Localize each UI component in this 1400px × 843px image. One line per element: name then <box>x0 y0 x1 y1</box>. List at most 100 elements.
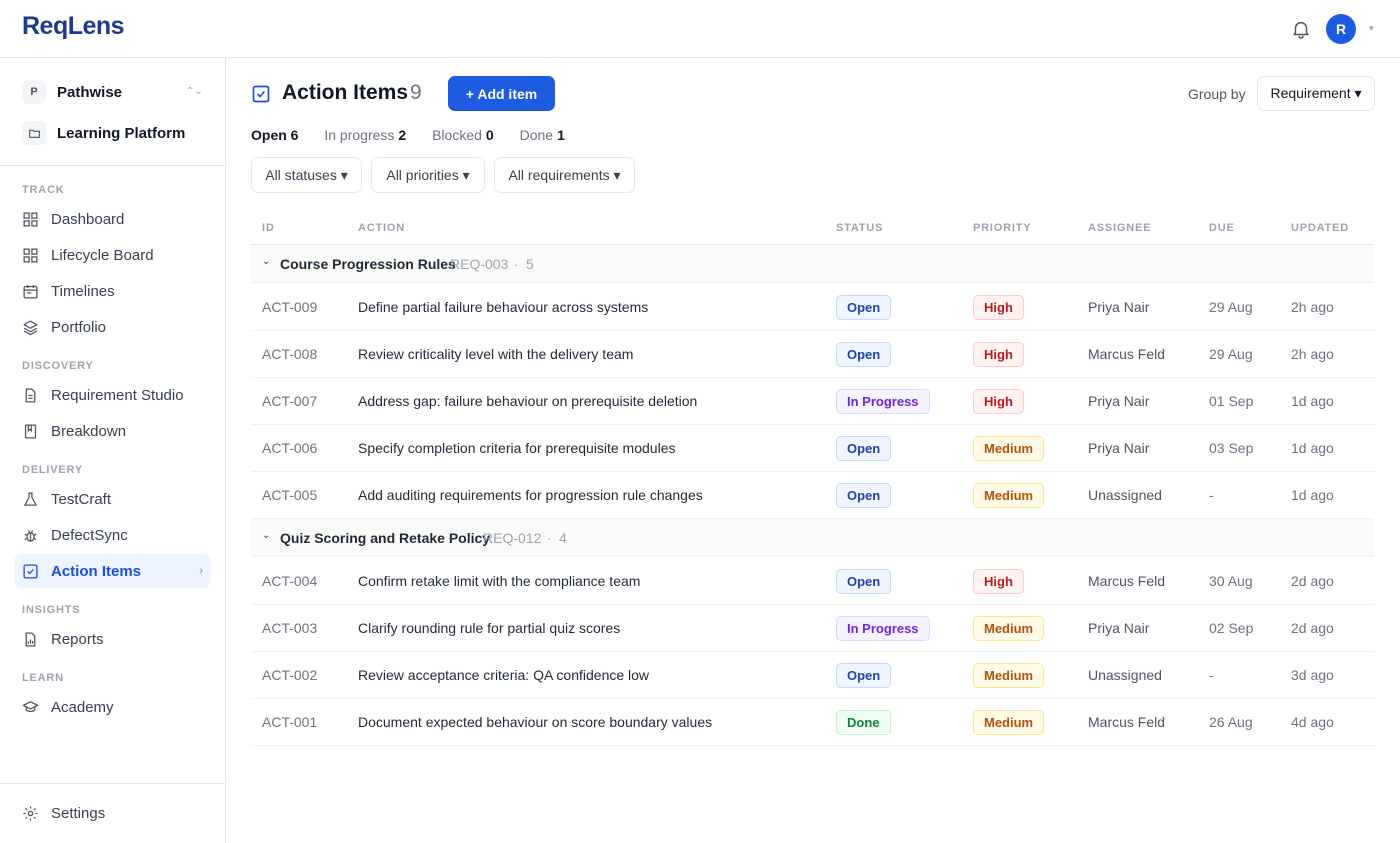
sidebar-item-academy[interactable]: Academy <box>14 690 211 724</box>
table-row[interactable]: ACT-005 Add auditing requirements for pro… <box>251 472 1374 519</box>
sidebar-item-label: Breakdown <box>51 422 127 440</box>
chevron-down-icon[interactable]: ▾ <box>1369 23 1374 34</box>
group-header[interactable]: ⌄ Course Progression Rules REQ-003 · 5 <box>251 245 1374 283</box>
action-id[interactable]: ACT-002 <box>262 667 317 683</box>
table-row[interactable]: ACT-004 Confirm retake limit with the com… <box>251 558 1374 605</box>
action-id[interactable]: ACT-001 <box>262 714 317 730</box>
status-badge[interactable]: Done <box>836 710 891 735</box>
action-title[interactable]: Document expected behaviour on score bou… <box>358 714 712 730</box>
chevron-down-icon[interactable]: ⌄ <box>262 256 270 267</box>
workspace-name: Pathwise <box>57 83 123 101</box>
table-row[interactable]: ACT-006 Specify completion criteria for p… <box>251 425 1374 472</box>
action-id[interactable]: ACT-003 <box>262 620 317 636</box>
table-row[interactable]: ACT-002 Review acceptance criteria: QA co… <box>251 652 1374 699</box>
priority-filter[interactable]: All priorities ▾ <box>371 157 485 193</box>
user-avatar[interactable]: R <box>1326 14 1356 44</box>
sidebar-item-reports[interactable]: Reports <box>14 622 211 656</box>
column-header-due[interactable]: DUE <box>1209 222 1235 234</box>
action-title[interactable]: Address gap: failure behaviour on prereq… <box>358 393 697 409</box>
priority-badge[interactable]: High <box>973 295 1024 320</box>
priority-badge[interactable]: Medium <box>973 710 1045 735</box>
action-title[interactable]: Review acceptance criteria: QA confidenc… <box>358 667 649 683</box>
priority-badge[interactable]: High <box>973 342 1024 367</box>
status-filter[interactable]: All statuses ▾ <box>251 157 362 193</box>
priority-badge[interactable]: High <box>973 569 1024 594</box>
add-item-button[interactable]: + Add item <box>448 76 555 111</box>
status-badge[interactable]: In Progress <box>836 389 930 414</box>
group-requirement-id[interactable]: REQ-003 <box>450 256 508 272</box>
priority-badge[interactable]: High <box>973 389 1024 414</box>
action-title[interactable]: Add auditing requirements for progressio… <box>358 487 703 503</box>
priority-badge[interactable]: Medium <box>973 483 1045 508</box>
updated-time: 4d ago <box>1291 714 1334 730</box>
due-date: - <box>1209 487 1214 503</box>
action-id[interactable]: ACT-004 <box>262 573 317 589</box>
sidebar-item-portfolio[interactable]: Portfolio <box>14 310 211 344</box>
column-header-priority[interactable]: PRIORITY <box>973 222 1031 234</box>
assignee: Marcus Feld <box>1088 346 1166 362</box>
document-icon <box>25 387 36 403</box>
action-id[interactable]: ACT-007 <box>262 393 317 409</box>
bell-icon[interactable] <box>1290 18 1312 40</box>
summary-blocked[interactable]: Blocked 0 <box>432 127 494 143</box>
sidebar-item-requirement-studio[interactable]: Requirement Studio <box>14 378 211 412</box>
status-badge[interactable]: Open <box>836 483 892 508</box>
layers-icon <box>23 319 38 335</box>
group-by-label: Group by <box>1188 86 1246 102</box>
column-header-action[interactable]: ACTION <box>358 222 405 234</box>
action-title[interactable]: Define partial failure behaviour across … <box>358 299 648 315</box>
sidebar-item-timelines[interactable]: Timelines <box>14 274 211 308</box>
action-id[interactable]: ACT-009 <box>262 299 317 315</box>
priority-badge[interactable]: Medium <box>973 616 1045 641</box>
action-id[interactable]: ACT-005 <box>262 487 317 503</box>
sidebar-item-breakdown[interactable]: Breakdown <box>14 414 211 448</box>
group-header[interactable]: ⌄ Quiz Scoring and Retake Policy REQ-012 · 4 <box>251 519 1374 557</box>
chevron-down-icon[interactable]: ⌄ <box>262 530 270 541</box>
page-title: Action Items <box>282 81 409 104</box>
status-badge[interactable]: In Progress <box>836 616 930 641</box>
updated-time: 1d ago <box>1291 393 1334 409</box>
assignee: Marcus Feld <box>1088 714 1166 730</box>
priority-badge[interactable]: Medium <box>973 436 1045 461</box>
action-id[interactable]: ACT-006 <box>262 440 317 456</box>
sort-toggle-icon[interactable]: ⌃⌄ <box>186 86 203 97</box>
table-row[interactable]: ACT-007 Address gap: failure behaviour on… <box>251 378 1374 425</box>
column-header-updated[interactable]: UPDATED <box>1291 222 1349 234</box>
status-badge[interactable]: Open <box>836 569 892 594</box>
table-row[interactable]: ACT-009 Define partial failure behaviour … <box>251 284 1374 331</box>
sidebar-item-defectsync[interactable]: DefectSync <box>14 518 211 552</box>
group-by-select[interactable]: Requirement ▾ <box>1257 76 1375 111</box>
status-badge[interactable]: Open <box>836 295 892 320</box>
sidebar-item-action-items[interactable]: Action Items › <box>14 554 211 588</box>
column-header-assignee[interactable]: ASSIGNEE <box>1088 222 1151 234</box>
table-row[interactable]: ACT-001 Document expected behaviour on sc… <box>251 699 1374 746</box>
column-header-status[interactable]: STATUS <box>836 222 883 234</box>
app-logo[interactable]: ReqLens <box>22 12 125 41</box>
summary-done[interactable]: Done 1 <box>520 127 565 143</box>
group-requirement-id[interactable]: REQ-012 <box>483 530 541 546</box>
action-title[interactable]: Clarify rounding rule for partial quiz s… <box>358 620 620 636</box>
assignee: Priya Nair <box>1088 620 1150 636</box>
priority-badge[interactable]: Medium <box>973 663 1045 688</box>
workspace-switcher[interactable]: P Pathwise <box>22 80 122 104</box>
summary-open[interactable]: Open 6 <box>251 127 298 143</box>
action-title[interactable]: Confirm retake limit with the compliance… <box>358 573 640 589</box>
action-title[interactable]: Specify completion criteria for prerequi… <box>358 440 675 456</box>
group-name: Course Progression Rules <box>280 256 456 272</box>
sidebar-item-testcraft[interactable]: TestCraft <box>14 482 211 516</box>
summary-in-progress[interactable]: In progress 2 <box>324 127 406 143</box>
action-title[interactable]: Review criticality level with the delive… <box>358 346 633 362</box>
table-row[interactable]: ACT-008 Review criticality level with the… <box>251 331 1374 378</box>
sidebar-item-lifecycle-board[interactable]: Lifecycle Board <box>14 238 211 272</box>
sidebar-item-dashboard[interactable]: Dashboard <box>14 202 211 236</box>
status-badge[interactable]: Open <box>836 342 892 367</box>
table-row[interactable]: ACT-003 Clarify rounding rule for partial… <box>251 605 1374 652</box>
assignee: Priya Nair <box>1088 393 1150 409</box>
status-badge[interactable]: Open <box>836 436 892 461</box>
sidebar-item-settings[interactable]: Settings <box>14 796 211 830</box>
column-header-id[interactable]: ID <box>262 222 275 234</box>
status-badge[interactable]: Open <box>836 663 892 688</box>
project-selector[interactable]: Learning Platform <box>22 121 185 145</box>
action-id[interactable]: ACT-008 <box>262 346 317 362</box>
requirement-filter[interactable]: All requirements ▾ <box>494 157 635 193</box>
